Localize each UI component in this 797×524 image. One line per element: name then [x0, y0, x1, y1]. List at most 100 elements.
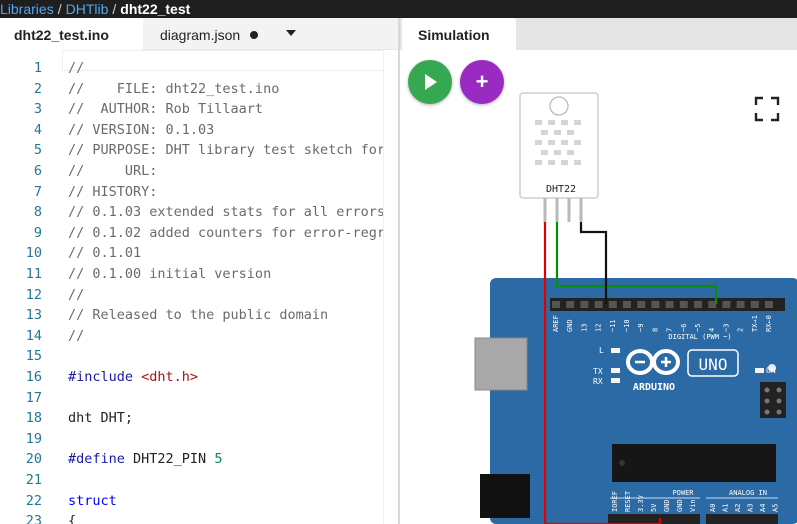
code-line[interactable]: 13 // Released to the public domain: [0, 305, 398, 326]
digital-pin: [651, 301, 660, 308]
code-line[interactable]: 15: [0, 346, 398, 367]
analog-pin-label: A0: [709, 504, 717, 512]
simulation-canvas[interactable]: + DHT22 AREF GND 13 12 ~11 ~10 ~9 8 7 ~6…: [400, 50, 797, 524]
digital-pin: [580, 301, 589, 308]
breadcrumb-separator: /: [57, 1, 62, 17]
tab-simulation[interactable]: Simulation: [402, 18, 516, 50]
code-line[interactable]: 1 //: [0, 58, 398, 79]
code-line[interactable]: 4 // VERSION: 0.1.03: [0, 120, 398, 141]
sensor-label: DHT22: [546, 184, 576, 195]
code-line[interactable]: 7 // HISTORY:: [0, 182, 398, 203]
code-text: // PURPOSE: DHT library test sketch for: [68, 142, 385, 159]
code-text: //: [68, 60, 85, 76]
code-area[interactable]: 1 // 2 // FILE: dht22_test.ino 3 // AUTHOR: R…: [0, 50, 398, 524]
power-header: [608, 514, 700, 524]
arduino-uno-board[interactable]: AREF GND 13 12 ~11 ~10 ~9 8 7 ~6 ~5 4 ~3 2 TX→1 RX←0 L …: [474, 278, 797, 524]
digital-pin: [594, 301, 603, 308]
code-line[interactable]: 10 // 0.1.01: [0, 243, 398, 264]
power-pin-label: 5V: [650, 503, 658, 512]
line-number: 14: [25, 327, 42, 344]
digital-pin-label: 4: [708, 328, 716, 332]
code-line[interactable]: 20 #define DHT22_PIN 5: [0, 449, 398, 470]
digital-pin-label: GND: [566, 319, 574, 332]
code-text: // AUTHOR: Rob Tillaart: [68, 101, 264, 118]
breadcrumb-libraries-link[interactable]: Libraries: [0, 1, 54, 17]
simulation-pane: Simulation + DHT22 AREF GND 13 12 ~11 ~1…: [398, 18, 797, 524]
code-line[interactable]: 12 //: [0, 285, 398, 306]
digital-pin: [736, 301, 745, 308]
tab-label: diagram.json: [160, 27, 241, 43]
digital-pin-label: ~11: [609, 319, 617, 332]
breadcrumb-current-project: dht22_test: [120, 1, 191, 17]
code-line[interactable]: 17: [0, 388, 398, 409]
tab-label: dht22_test.ino: [14, 27, 109, 43]
code-text: struct: [68, 492, 117, 509]
line-number: 9: [33, 224, 42, 241]
digital-pin: [665, 301, 674, 308]
digital-pin-label: 2: [737, 328, 745, 332]
code-line[interactable]: 22 struct: [0, 491, 398, 512]
code-line[interactable]: 6 // URL:: [0, 161, 398, 182]
digital-pin-label: ~10: [623, 319, 631, 332]
dht22-sensor[interactable]: DHT22: [519, 92, 599, 222]
line-number: 10: [25, 245, 42, 262]
code-line[interactable]: 18 dht DHT;: [0, 408, 398, 429]
editor-scrollbar[interactable]: [383, 50, 398, 524]
board-brand: ARDUINO: [633, 382, 675, 393]
led-label-rx: RX: [593, 377, 603, 386]
line-number: 17: [25, 389, 42, 406]
power-pin-label: Vin: [689, 499, 697, 512]
line-number: 23: [25, 513, 42, 524]
power-pin-label: IOREF: [611, 491, 619, 512]
line-number: 7: [33, 183, 42, 200]
led-label-l: L: [599, 346, 604, 355]
code-line[interactable]: 11 // 0.1.00 initial version: [0, 264, 398, 285]
code-line[interactable]: 16 #include <dht.h>: [0, 367, 398, 388]
breadcrumb-separator: /: [112, 1, 117, 17]
code-line[interactable]: 23 {: [0, 511, 398, 524]
digital-pin: [694, 301, 702, 308]
code-text: // 0.1.00 initial version: [68, 266, 272, 282]
power-pin-label: 3.3V: [637, 494, 645, 512]
analog-pin-label: A1: [722, 504, 730, 512]
digital-pin: [637, 301, 646, 308]
code-text: #include <dht.h>: [68, 369, 199, 385]
simulation-tab-bar: Simulation: [400, 18, 797, 50]
tab-diagram-json[interactable]: diagram.json: [160, 18, 259, 50]
tab-menu-chevron-down-icon[interactable]: [286, 30, 296, 36]
code-line[interactable]: 14 //: [0, 326, 398, 347]
line-number: 13: [25, 307, 42, 324]
code-text: // FILE: dht22_test.ino: [68, 80, 280, 97]
digital-pin-label: ~5: [694, 324, 702, 332]
icsp-header: [760, 382, 786, 418]
code-editor-pane: dht22_test.ino diagram.json 1 // 2 // FILE:…: [0, 18, 398, 524]
digital-pin-label: AREF: [552, 315, 560, 332]
analog-pin-label: A4: [759, 504, 767, 512]
code-line[interactable]: 19: [0, 429, 398, 450]
code-line[interactable]: 3 // AUTHOR: Rob Tillaart: [0, 99, 398, 120]
tab-dht22-test-ino[interactable]: dht22_test.ino: [0, 18, 143, 50]
code-text: // 0.1.02 added counters for error-regre: [68, 224, 394, 241]
power-pin-label: GND: [663, 499, 671, 512]
code-text: // 0.1.01: [68, 245, 142, 262]
code-line[interactable]: 5 // PURPOSE: DHT library test sketch for: [0, 140, 398, 161]
code-line[interactable]: 21: [0, 470, 398, 491]
digital-pin-label: 8: [651, 328, 659, 332]
digital-pin: [566, 301, 575, 308]
digital-label: DIGITAL (PWM ~): [668, 333, 731, 341]
breadcrumb: Libraries / DHTlib / dht22_test: [0, 0, 797, 18]
code-text: // URL:: [68, 163, 158, 179]
power-pin-label: RESET: [624, 490, 632, 512]
line-number: 11: [25, 266, 42, 282]
code-line[interactable]: 9 // 0.1.02 added counters for error-regr…: [0, 223, 398, 244]
line-number: 6: [33, 163, 42, 179]
line-number: 3: [33, 101, 42, 118]
digital-pin-label: TX→1: [751, 315, 759, 332]
code-text: #define DHT22_PIN 5: [68, 451, 223, 468]
digital-pin-label: 7: [666, 328, 674, 332]
digital-pin-label: ~3: [722, 324, 730, 332]
code-line[interactable]: 2 // FILE: dht22_test.ino: [0, 79, 398, 100]
breadcrumb-dhtlib-link[interactable]: DHTlib: [66, 1, 109, 17]
code-line[interactable]: 8 // 0.1.03 extended stats for all errors: [0, 202, 398, 223]
digital-pin-label: ~6: [680, 324, 688, 332]
